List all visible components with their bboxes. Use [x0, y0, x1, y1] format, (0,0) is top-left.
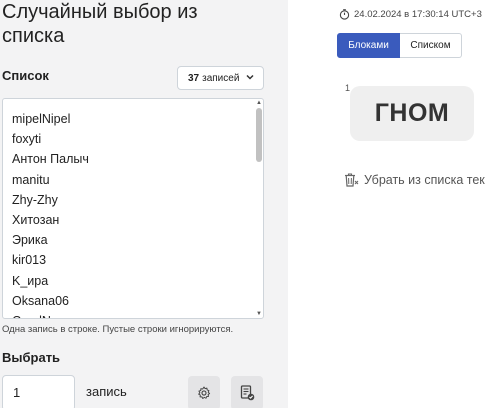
entries-count-value: 37	[188, 72, 200, 84]
scroll-up-arrow[interactable]: ▲	[256, 100, 262, 106]
list-entry: mipelNipel	[12, 112, 71, 126]
list-entry: CoralN...	[12, 311, 263, 318]
pick-count-input[interactable]: 1	[2, 375, 75, 408]
gear-icon	[198, 386, 211, 399]
scroll-down-arrow[interactable]: ▼	[256, 311, 262, 317]
chevron-down-icon	[246, 74, 254, 80]
entries-count-suffix: записей	[202, 72, 240, 84]
pick-unit-label: запись	[86, 384, 127, 399]
view-toggle: Блоками Списком	[337, 33, 462, 58]
list-entry: Oksana06	[12, 293, 69, 308]
list-entry: kir013	[12, 253, 47, 268]
result-card: ГНОМ	[350, 86, 474, 141]
document-check-icon	[240, 385, 254, 401]
list-entry: Хитозан	[12, 213, 60, 228]
remove-from-list-label: Убрать из списка тек	[364, 173, 485, 187]
clock-icon	[339, 9, 350, 20]
view-blocks-button[interactable]: Блоками	[337, 33, 400, 58]
scrollbar-thumb[interactable]	[256, 108, 262, 162]
list-entry: foxyti	[12, 132, 42, 147]
document-check-button[interactable]	[231, 376, 263, 408]
list-entry: Zhy-Zhy	[12, 192, 58, 207]
settings-panel: Случайный выбор из списка Список 37 запи…	[0, 0, 288, 408]
result-index: 1	[345, 83, 351, 93]
entries-textarea[interactable]: mipelNipel foxyti Антон Палыч manitu Zhy-Zhy…	[2, 98, 264, 319]
list-entry: manitu	[12, 172, 50, 187]
list-entry: K_ира	[12, 273, 49, 288]
list-label: Список	[2, 68, 49, 83]
timestamp-text: 24.02.2024 в 17:30:14 UTC+3	[354, 9, 482, 20]
entries-count-dropdown[interactable]: 37 записей	[177, 66, 264, 90]
settings-button[interactable]	[188, 376, 220, 408]
list-entry: Эрика	[12, 233, 48, 248]
view-list-button[interactable]: Списком	[400, 33, 462, 58]
entries-hint: Одна запись в строке. Пустые строки игно…	[2, 324, 234, 335]
entries-list: mipelNipel foxyti Антон Палыч manitu Zhy-Zhy…	[3, 99, 263, 318]
result-timestamp: 24.02.2024 в 17:30:14 UTC+3	[339, 9, 482, 20]
remove-from-list-button[interactable]: Убрать из списка тек	[343, 172, 485, 188]
list-entry: Антон Палыч	[12, 152, 89, 167]
pick-label: Выбрать	[2, 350, 61, 365]
trash-icon	[345, 173, 359, 187]
page-title: Случайный выбор из списка	[2, 1, 198, 47]
